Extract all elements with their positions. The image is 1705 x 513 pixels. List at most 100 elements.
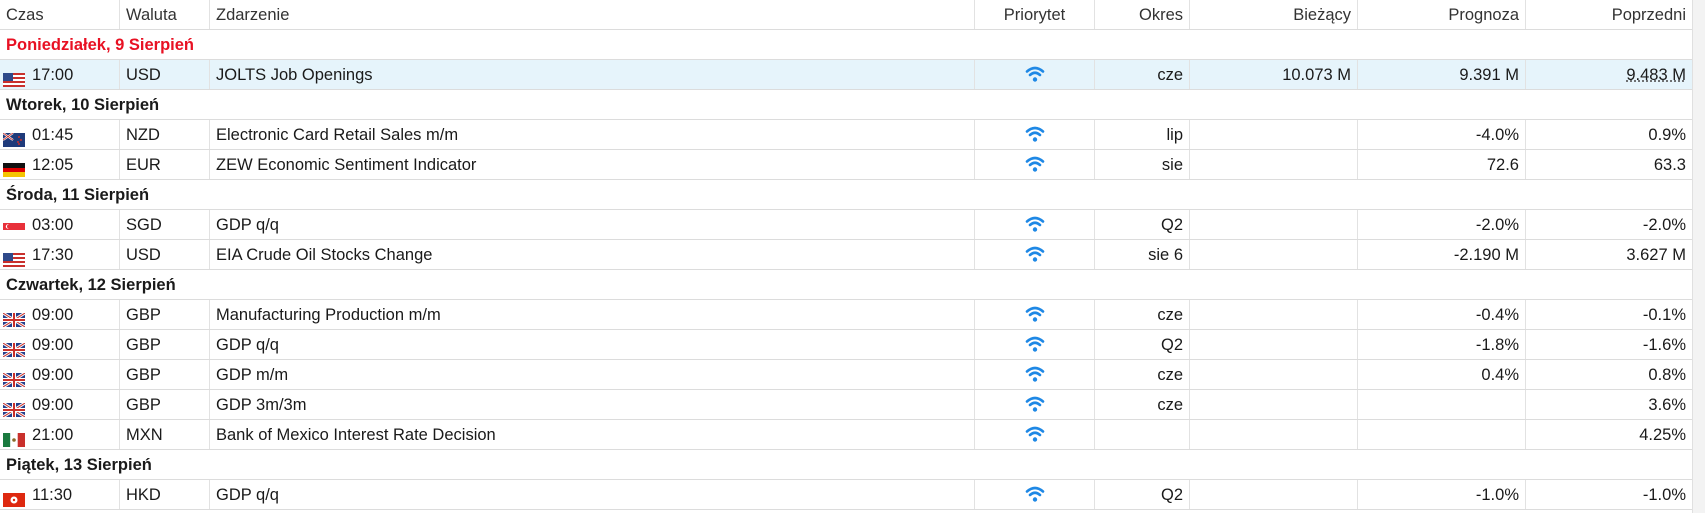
time-cell: 11:30 [0, 480, 120, 509]
day-header-row: Poniedziałek, 9 Sierpień [0, 30, 1705, 60]
event-period: sie 6 [1148, 246, 1183, 264]
forecast-cell: -4.0% [1358, 120, 1526, 149]
event-cell: GDP 3m/3m [210, 390, 975, 419]
vertical-scrollbar[interactable] [1692, 0, 1705, 513]
period-cell: cze [1095, 60, 1190, 89]
gb-flag-icon [2, 337, 27, 359]
forecast-cell: 72.6 [1358, 150, 1526, 179]
period-cell: sie [1095, 150, 1190, 179]
event-cell: GDP m/m [210, 360, 975, 389]
event-period: Q2 [1160, 486, 1183, 504]
sg-flag-icon [3, 217, 27, 237]
event-cell: GDP q/q [210, 330, 975, 359]
col-time-header[interactable]: Czas [0, 0, 120, 29]
actual-cell [1190, 120, 1358, 149]
period-cell [1095, 420, 1190, 449]
event-event: Manufacturing Production m/m [216, 306, 441, 324]
day-label: Piątek, 13 Sierpień [6, 456, 152, 474]
event-row[interactable]: 11:30 HKD GDP q/q Q2 -1.0% -1.0% [0, 480, 1705, 510]
priority-cell [975, 300, 1095, 329]
event-period: cze [1157, 306, 1183, 324]
event-row[interactable]: 03:00 SGD GDP q/q Q2 -2.0% -2.0% [0, 210, 1705, 240]
actual-cell [1190, 390, 1358, 419]
col-forecast-header[interactable]: Prognoza [1358, 0, 1526, 29]
day-label: Wtorek, 10 Sierpień [6, 96, 160, 114]
previous-cell: 0.9% [1526, 120, 1693, 149]
event-row[interactable]: 17:00 USD JOLTS Job Openings cze 10.073 M 9.3… [0, 60, 1705, 90]
event-cell: Bank of Mexico Interest Rate Decision [210, 420, 975, 449]
signal-icon [1025, 306, 1045, 324]
event-forecast: 72.6 [1486, 156, 1519, 174]
day-label: Poniedziałek, 9 Sierpień [6, 36, 194, 54]
event-time: 03:00 [32, 216, 74, 234]
actual-cell [1190, 420, 1358, 449]
priority-cell [975, 480, 1095, 509]
event-row[interactable]: 09:00 GBP Manufacturing Production m/m cze -… [0, 300, 1705, 330]
event-previous: 9.483 M [1626, 66, 1686, 84]
period-cell: Q2 [1095, 480, 1190, 509]
signal-icon [1025, 426, 1045, 444]
col-previous-header[interactable]: Poprzedni [1526, 0, 1693, 29]
forecast-cell: 0.4% [1358, 360, 1526, 389]
time-cell: 09:00 [0, 330, 120, 359]
event-forecast: -2.0% [1475, 216, 1519, 234]
event-event: GDP 3m/3m [216, 396, 307, 414]
event-row[interactable]: 21:00 MXN Bank of Mexico Interest Rate Dec… [0, 420, 1705, 450]
event-row[interactable]: 09:00 GBP GDP 3m/3m cze 3.6% [0, 390, 1705, 420]
signal-icon [1025, 156, 1045, 174]
event-event: GDP m/m [216, 366, 289, 384]
event-currency: MXN [126, 426, 163, 444]
time-cell: 09:00 [0, 360, 120, 389]
currency-cell: USD [120, 240, 210, 269]
col-event-header[interactable]: Zdarzenie [210, 0, 975, 29]
event-previous: -2.0% [1642, 216, 1686, 234]
event-period: cze [1157, 366, 1183, 384]
actual-cell [1190, 300, 1358, 329]
signal-icon [1025, 66, 1045, 84]
time-cell: 17:00 [0, 60, 120, 89]
event-previous: 3.6% [1648, 396, 1686, 414]
previous-cell: -1.6% [1526, 330, 1693, 359]
hk-flag-icon [3, 487, 27, 507]
economic-calendar: Czas Waluta Zdarzenie Priorytet Okres Bi… [0, 0, 1705, 513]
time-cell: 03:00 [0, 210, 120, 239]
event-previous: 0.9% [1648, 126, 1686, 144]
col-priority-header[interactable]: Priorytet [975, 0, 1095, 29]
event-currency: EUR [126, 156, 161, 174]
period-cell: cze [1095, 390, 1190, 419]
event-time: 09:00 [32, 366, 74, 384]
event-time: 09:00 [32, 306, 74, 324]
currency-cell: USD [120, 60, 210, 89]
nz-flag-icon [2, 127, 27, 147]
col-actual-header[interactable]: Bieżący [1190, 0, 1358, 29]
priority-cell [975, 210, 1095, 239]
event-currency: GBP [126, 306, 161, 324]
period-cell: lip [1095, 120, 1190, 149]
event-row[interactable]: 17:30 USD EIA Crude Oil Stocks Change sie 6… [0, 240, 1705, 270]
signal-icon [1025, 126, 1045, 144]
event-cell: JOLTS Job Openings [210, 60, 975, 89]
currency-cell: EUR [120, 150, 210, 179]
priority-cell [975, 390, 1095, 419]
currency-cell: GBP [120, 330, 210, 359]
actual-cell [1190, 360, 1358, 389]
event-forecast: 9.391 M [1459, 66, 1519, 84]
event-period: cze [1157, 396, 1183, 414]
col-period-header[interactable]: Okres [1095, 0, 1190, 29]
event-actual: 10.073 M [1282, 66, 1351, 84]
event-row[interactable]: 12:05 EUR ZEW Economic Sentiment Indicator… [0, 150, 1705, 180]
us-flag-icon [3, 67, 27, 87]
event-currency: SGD [126, 216, 162, 234]
event-row[interactable]: 09:00 GBP GDP m/m cze 0.4% 0.8% [0, 360, 1705, 390]
event-row[interactable]: 09:00 GBP GDP q/q Q2 -1.8% -1.6% [0, 330, 1705, 360]
col-currency-header[interactable]: Waluta [120, 0, 210, 29]
forecast-cell: -2.190 M [1358, 240, 1526, 269]
actual-cell [1190, 240, 1358, 269]
currency-cell: NZD [120, 120, 210, 149]
event-row[interactable]: 01:45 NZD Electronic Card Retail Sales m/m… [0, 120, 1705, 150]
period-cell: cze [1095, 360, 1190, 389]
day-header-row: Wtorek, 10 Sierpień [0, 90, 1705, 120]
previous-cell: 0.8% [1526, 360, 1693, 389]
event-time: 09:00 [32, 336, 74, 354]
time-cell: 01:45 [0, 120, 120, 149]
